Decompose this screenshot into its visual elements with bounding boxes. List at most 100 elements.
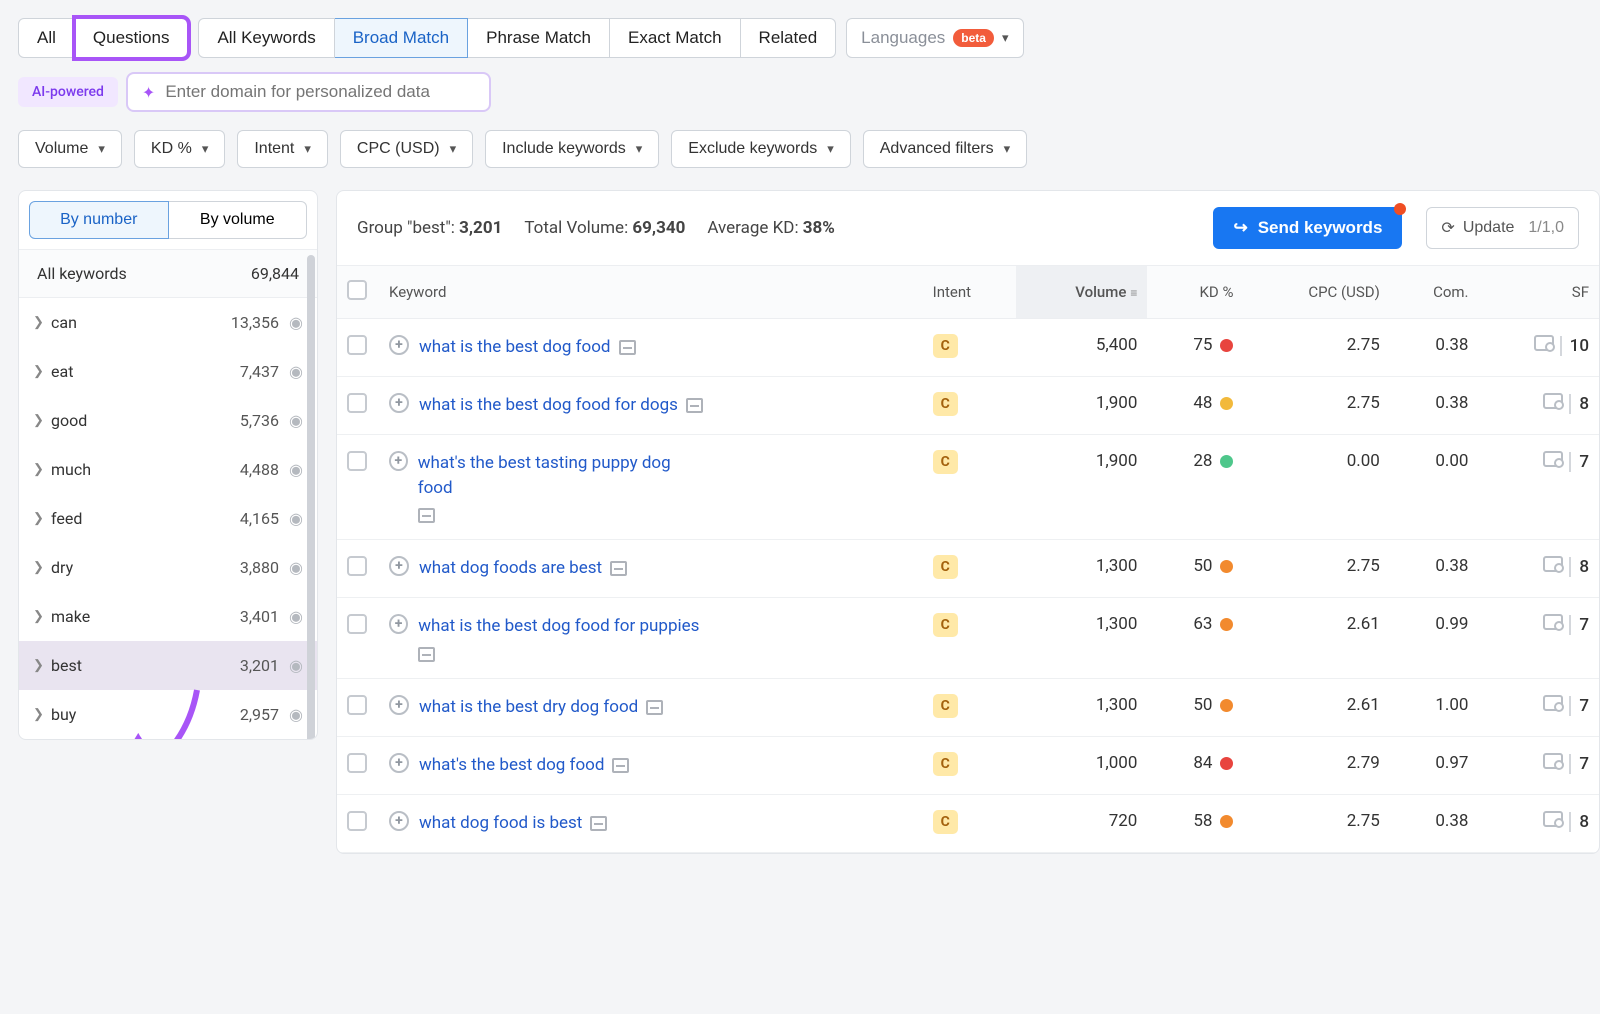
keyword-link[interactable]: what's the best tasting puppy dog food bbox=[418, 451, 709, 500]
expand-icon[interactable]: + bbox=[389, 811, 409, 831]
eye-icon[interactable]: ◉ bbox=[289, 656, 303, 675]
col-keyword[interactable]: Keyword bbox=[379, 266, 923, 319]
cell-com: 0.99 bbox=[1390, 598, 1479, 679]
eye-icon[interactable]: ◉ bbox=[289, 558, 303, 577]
serp-icon[interactable] bbox=[619, 340, 636, 355]
filter-cpc[interactable]: CPC (USD)▾ bbox=[340, 130, 473, 168]
expand-icon[interactable]: + bbox=[389, 556, 409, 576]
serp-icon[interactable] bbox=[418, 508, 435, 523]
sidebar-group-best[interactable]: ❯best3,201◉ bbox=[19, 641, 317, 690]
filter-include[interactable]: Include keywords▾ bbox=[485, 130, 659, 168]
row-checkbox[interactable] bbox=[347, 556, 367, 576]
kd-dot-icon bbox=[1220, 815, 1233, 828]
serp-preview-icon[interactable] bbox=[1543, 451, 1563, 467]
cell-sf: 10 bbox=[1479, 319, 1600, 377]
row-checkbox[interactable] bbox=[347, 393, 367, 413]
eye-icon[interactable]: ◉ bbox=[289, 509, 303, 528]
keyword-link[interactable]: what dog food is best bbox=[419, 811, 582, 836]
serp-icon[interactable] bbox=[418, 647, 435, 662]
eye-icon[interactable]: ◉ bbox=[289, 313, 303, 332]
row-checkbox[interactable] bbox=[347, 695, 367, 715]
serp-icon[interactable] bbox=[612, 758, 629, 773]
sidebar-group-much[interactable]: ❯much4,488◉ bbox=[19, 445, 317, 494]
eye-icon[interactable]: ◉ bbox=[289, 362, 303, 381]
serp-preview-icon[interactable] bbox=[1543, 556, 1563, 572]
serp-icon[interactable] bbox=[686, 398, 703, 413]
sidebar-groups: By number By volume All keywords 69,844 … bbox=[18, 190, 318, 740]
send-keywords-button[interactable]: ↪ Send keywords bbox=[1213, 207, 1402, 249]
ai-domain-input[interactable] bbox=[165, 82, 475, 102]
filter-intent[interactable]: Intent▾ bbox=[237, 130, 328, 168]
col-sf[interactable]: SF bbox=[1479, 266, 1600, 319]
serp-preview-icon[interactable] bbox=[1543, 811, 1563, 827]
row-checkbox[interactable] bbox=[347, 614, 367, 634]
keyword-link[interactable]: what dog foods are best bbox=[419, 556, 602, 581]
expand-icon[interactable]: + bbox=[389, 335, 409, 355]
keyword-link[interactable]: what is the best dog food for puppies bbox=[418, 614, 699, 639]
eye-icon[interactable]: ◉ bbox=[289, 460, 303, 479]
filter-advanced[interactable]: Advanced filters▾ bbox=[863, 130, 1027, 168]
sidebar-group-eat[interactable]: ❯eat7,437◉ bbox=[19, 347, 317, 396]
sidebar-group-good[interactable]: ❯good5,736◉ bbox=[19, 396, 317, 445]
row-checkbox[interactable] bbox=[347, 753, 367, 773]
tab-questions[interactable]: Questions bbox=[75, 18, 189, 58]
expand-icon[interactable]: + bbox=[389, 451, 408, 471]
filter-exclude[interactable]: Exclude keywords▾ bbox=[671, 130, 850, 168]
expand-icon[interactable]: + bbox=[389, 614, 408, 634]
expand-icon[interactable]: + bbox=[389, 695, 409, 715]
intent-badge: C bbox=[933, 613, 958, 637]
serp-preview-icon[interactable] bbox=[1543, 393, 1563, 409]
tab-by-volume[interactable]: By volume bbox=[169, 201, 308, 239]
sidebar-group-feed[interactable]: ❯feed4,165◉ bbox=[19, 494, 317, 543]
sidebar-group-make[interactable]: ❯make3,401◉ bbox=[19, 592, 317, 641]
sidebar-group-buy[interactable]: ❯buy2,957◉ bbox=[19, 690, 317, 739]
tab-exact-match[interactable]: Exact Match bbox=[610, 18, 741, 58]
eye-icon[interactable]: ◉ bbox=[289, 607, 303, 626]
ai-domain-input-wrap[interactable]: ✦ bbox=[126, 72, 491, 112]
keyword-link[interactable]: what's the best dog food bbox=[419, 753, 604, 778]
group-count: 4,488 bbox=[240, 460, 279, 479]
sidebar-group-dry[interactable]: ❯dry3,880◉ bbox=[19, 543, 317, 592]
serp-preview-icon[interactable] bbox=[1534, 335, 1554, 351]
row-checkbox[interactable] bbox=[347, 335, 367, 355]
row-checkbox[interactable] bbox=[347, 811, 367, 831]
serp-icon[interactable] bbox=[590, 816, 607, 831]
all-keywords-row[interactable]: All keywords 69,844 bbox=[19, 249, 317, 298]
eye-icon[interactable]: ◉ bbox=[289, 411, 303, 430]
sidebar-scrollbar[interactable] bbox=[307, 255, 315, 740]
keyword-link[interactable]: what is the best dry dog food bbox=[419, 695, 638, 720]
col-kd[interactable]: KD % bbox=[1147, 266, 1243, 319]
tab-related[interactable]: Related bbox=[741, 18, 837, 58]
languages-dropdown[interactable]: Languages beta ▾ bbox=[846, 18, 1023, 58]
tab-phrase-match[interactable]: Phrase Match bbox=[468, 18, 610, 58]
kd-dot-icon bbox=[1220, 699, 1233, 712]
tab-all[interactable]: All bbox=[18, 18, 75, 58]
col-cpc[interactable]: CPC (USD) bbox=[1243, 266, 1389, 319]
cell-volume: 720 bbox=[1016, 794, 1147, 852]
tab-all-keywords[interactable]: All Keywords bbox=[198, 18, 334, 58]
serp-preview-icon[interactable] bbox=[1543, 695, 1563, 711]
update-button[interactable]: ⟳ Update 1/1,0 bbox=[1426, 207, 1579, 249]
select-all-checkbox[interactable] bbox=[347, 280, 367, 300]
serp-icon[interactable] bbox=[610, 561, 627, 576]
filter-kd[interactable]: KD %▾ bbox=[134, 130, 225, 168]
cell-cpc: 2.75 bbox=[1243, 794, 1389, 852]
serp-preview-icon[interactable] bbox=[1543, 614, 1563, 630]
serp-preview-icon[interactable] bbox=[1543, 753, 1563, 769]
eye-icon[interactable]: ◉ bbox=[289, 705, 303, 724]
intent-badge: C bbox=[933, 334, 958, 358]
tab-by-number[interactable]: By number bbox=[29, 201, 169, 239]
col-intent[interactable]: Intent bbox=[923, 266, 1016, 319]
sidebar-group-can[interactable]: ❯can13,356◉ bbox=[19, 298, 317, 347]
filter-volume[interactable]: Volume▾ bbox=[18, 130, 122, 168]
col-volume[interactable]: Volume≡ bbox=[1016, 266, 1147, 319]
keyword-link[interactable]: what is the best dog food bbox=[419, 335, 611, 360]
serp-icon[interactable] bbox=[646, 700, 663, 715]
group-count: 5,736 bbox=[240, 411, 279, 430]
expand-icon[interactable]: + bbox=[389, 393, 409, 413]
row-checkbox[interactable] bbox=[347, 451, 367, 471]
keyword-link[interactable]: what is the best dog food for dogs bbox=[419, 393, 678, 418]
expand-icon[interactable]: + bbox=[389, 753, 409, 773]
col-com[interactable]: Com. bbox=[1390, 266, 1479, 319]
tab-broad-match[interactable]: Broad Match bbox=[335, 18, 468, 58]
